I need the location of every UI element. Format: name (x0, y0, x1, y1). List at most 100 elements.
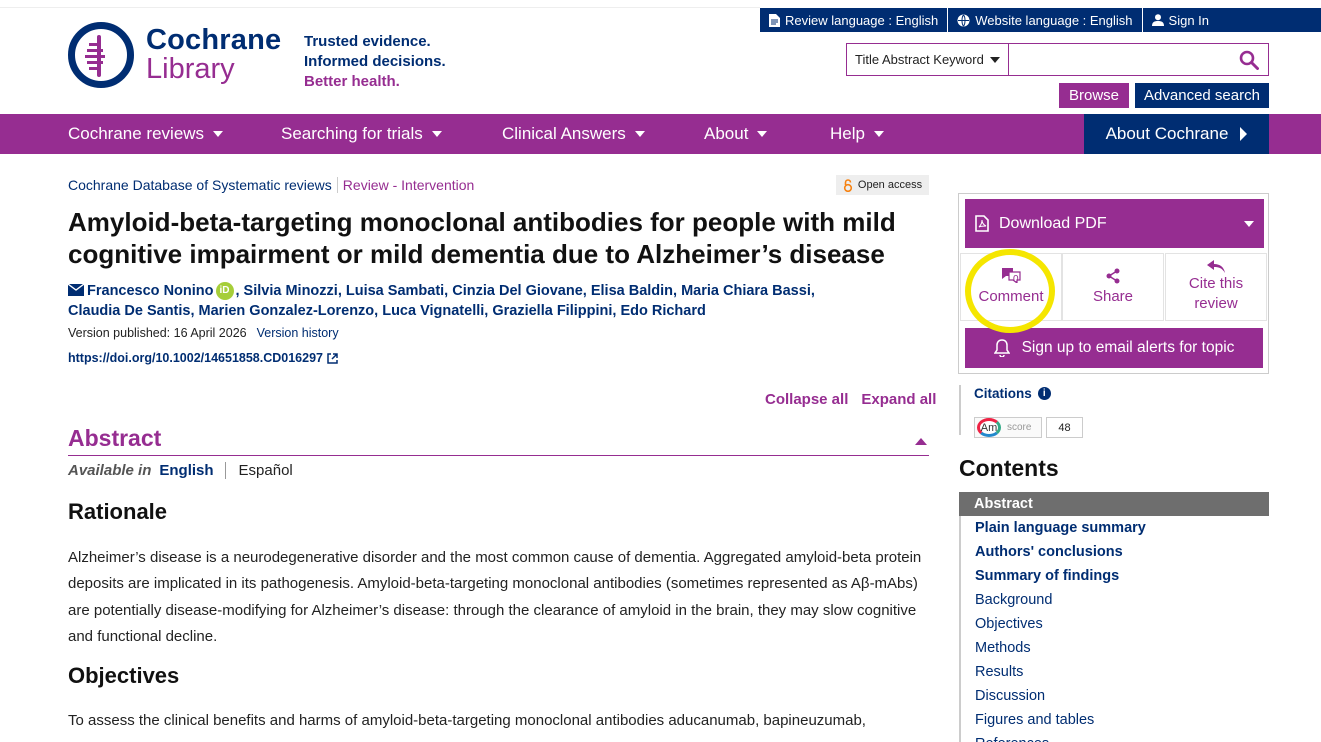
orcid-icon[interactable]: iD (215, 282, 234, 301)
reply-arrow-icon (1207, 260, 1225, 273)
nav-label: Clinical Answers (502, 124, 626, 143)
table-of-contents: Abstract Plain language summary Authors' c… (959, 492, 1269, 742)
open-access-label: Open access (857, 179, 923, 191)
collapse-all-link[interactable]: Collapse all (765, 391, 848, 408)
external-link-icon (327, 352, 338, 364)
altmetric-score-value: 48 (1046, 417, 1083, 438)
abstract-heading: Abstract (68, 425, 162, 451)
pdf-icon (975, 215, 989, 232)
database-link[interactable]: Cochrane Database of Systematic reviews (68, 177, 338, 193)
chevron-down-icon (213, 131, 224, 137)
toc-item[interactable]: Figures and tables (959, 708, 1269, 732)
cite-review-button[interactable]: Cite this review (1165, 253, 1267, 321)
globe-icon (957, 14, 970, 26)
highlight-circle-annotation (965, 249, 1055, 333)
abstract-section-header[interactable]: Abstract (68, 422, 929, 456)
version-history-link[interactable]: Version history (257, 326, 339, 340)
toc-item[interactable]: Abstract (959, 492, 1269, 516)
citations-label: Citations i (974, 386, 1051, 401)
envelope-icon[interactable] (67, 283, 85, 296)
toc-item[interactable]: Objectives (959, 612, 1269, 636)
sign-in-link[interactable]: Sign In (1141, 8, 1218, 32)
nav-about[interactable]: About (704, 114, 768, 154)
search-icon (1239, 50, 1259, 70)
chevron-down-icon (757, 131, 768, 137)
share-icon (1106, 268, 1120, 283)
advanced-search-button[interactable]: Advanced search (1135, 83, 1269, 108)
nav-label: Searching for trials (281, 124, 423, 143)
chevron-down-icon (990, 56, 1000, 63)
website-language-selector[interactable]: Website language : English (947, 8, 1141, 32)
share-button[interactable]: Share (1062, 253, 1164, 321)
review-language-label: Review language : English (785, 12, 939, 28)
review-language-selector[interactable]: Review language : English (760, 8, 947, 32)
search-bar: Title Abstract Keyword (846, 43, 1269, 76)
author-list: Francesco Nonino iD, Silvia Minozzi, Luis… (67, 281, 828, 321)
utility-bar: Review language : English Website langua… (760, 8, 1321, 32)
search-input[interactable] (1009, 44, 1230, 75)
expand-all-link[interactable]: Expand all (861, 391, 936, 408)
tagline-line-3: Better health. (304, 73, 400, 90)
search-button[interactable] (1230, 44, 1268, 75)
altmetric-score-badge: Am score (974, 417, 1042, 438)
nav-searching-for-trials[interactable]: Searching for trials (281, 114, 442, 154)
available-in-label: Available in (68, 462, 152, 479)
nav-cochrane-reviews[interactable]: Cochrane reviews (68, 114, 224, 154)
toc-item[interactable]: Summary of findings (959, 564, 1269, 588)
logo-mark (68, 22, 134, 88)
browse-button[interactable]: Browse (1059, 83, 1130, 108)
cochrane-library-logo[interactable]: Cochrane Library (68, 22, 281, 88)
toc-item[interactable]: Authors' conclusions (959, 540, 1269, 564)
info-icon[interactable]: i (1037, 387, 1051, 400)
language-english-link[interactable]: English (159, 462, 226, 479)
toc-item[interactable]: Plain language summary (959, 516, 1269, 540)
altmetric-badge[interactable]: Am score 48 (974, 417, 1083, 438)
rationale-heading: Rationale (68, 499, 168, 524)
download-pdf-button[interactable]: Download PDF (965, 199, 1264, 248)
nav-help[interactable]: Help (830, 114, 884, 154)
nav-label: Cochrane reviews (68, 124, 205, 143)
bell-icon (993, 339, 1010, 357)
article-title: Amyloid‐beta‐targeting monoclonal antibo… (68, 207, 896, 269)
toc-item[interactable]: Results (959, 660, 1269, 684)
review-type-link[interactable]: Review - Intervention (338, 177, 475, 193)
toc-item[interactable]: Background (959, 588, 1269, 612)
toc-item[interactable]: Discussion (959, 684, 1269, 708)
top-divider (0, 7, 760, 8)
objectives-paragraph: To assess the clinical benefits and harm… (68, 712, 866, 729)
open-access-badge: Open access (836, 175, 929, 195)
nav-label: About (704, 124, 749, 143)
sidebar-divider (959, 385, 961, 435)
toc-item[interactable]: References (959, 732, 1269, 742)
altmetric-score-label: score (1007, 422, 1032, 433)
share-label: Share (1092, 287, 1134, 305)
logo-text-cochrane: Cochrane (146, 24, 282, 56)
email-alerts-label: Sign up to email alerts for topic (1021, 339, 1235, 356)
sign-in-label: Sign In (1168, 12, 1210, 28)
about-cochrane-label: About Cochrane (1105, 124, 1229, 143)
language-spanish-link[interactable]: Español (226, 462, 293, 479)
document-icon (769, 13, 780, 27)
email-alerts-button[interactable]: Sign up to email alerts for topic (965, 328, 1263, 368)
tagline: Trusted evidence. Informed decisions. Be… (304, 32, 446, 92)
objectives-heading: Objectives (68, 663, 180, 688)
cite-label: Cite this review (1188, 275, 1244, 312)
nav-clinical-answers[interactable]: Clinical Answers (502, 114, 645, 154)
citations-text: Citations (974, 386, 1032, 401)
search-scope-select[interactable]: Title Abstract Keyword (847, 44, 1009, 75)
user-icon (1151, 14, 1164, 26)
contents-heading: Contents (959, 455, 1059, 481)
doi-link[interactable]: https://doi.org/10.1002/14651858.CD01629… (68, 351, 338, 365)
about-cochrane-link[interactable]: About Cochrane (1084, 114, 1269, 154)
toc-item[interactable]: Methods (959, 636, 1269, 660)
chevron-down-icon[interactable] (1244, 220, 1254, 227)
rationale-paragraph: Alzheimer’s disease is a neurodegenerati… (68, 549, 922, 645)
website-language-label: Website language : English (975, 12, 1133, 28)
collapse-expand-controls: Collapse all Expand all (765, 391, 936, 408)
collapse-arrow-icon[interactable] (915, 438, 927, 445)
author-link[interactable]: Francesco Nonino (87, 283, 214, 299)
chevron-down-icon (431, 131, 442, 137)
version-info: Version published: 16 April 2026 Version… (68, 326, 339, 340)
altmetric-donut-icon: Am (977, 418, 1001, 437)
open-lock-icon (843, 178, 852, 192)
